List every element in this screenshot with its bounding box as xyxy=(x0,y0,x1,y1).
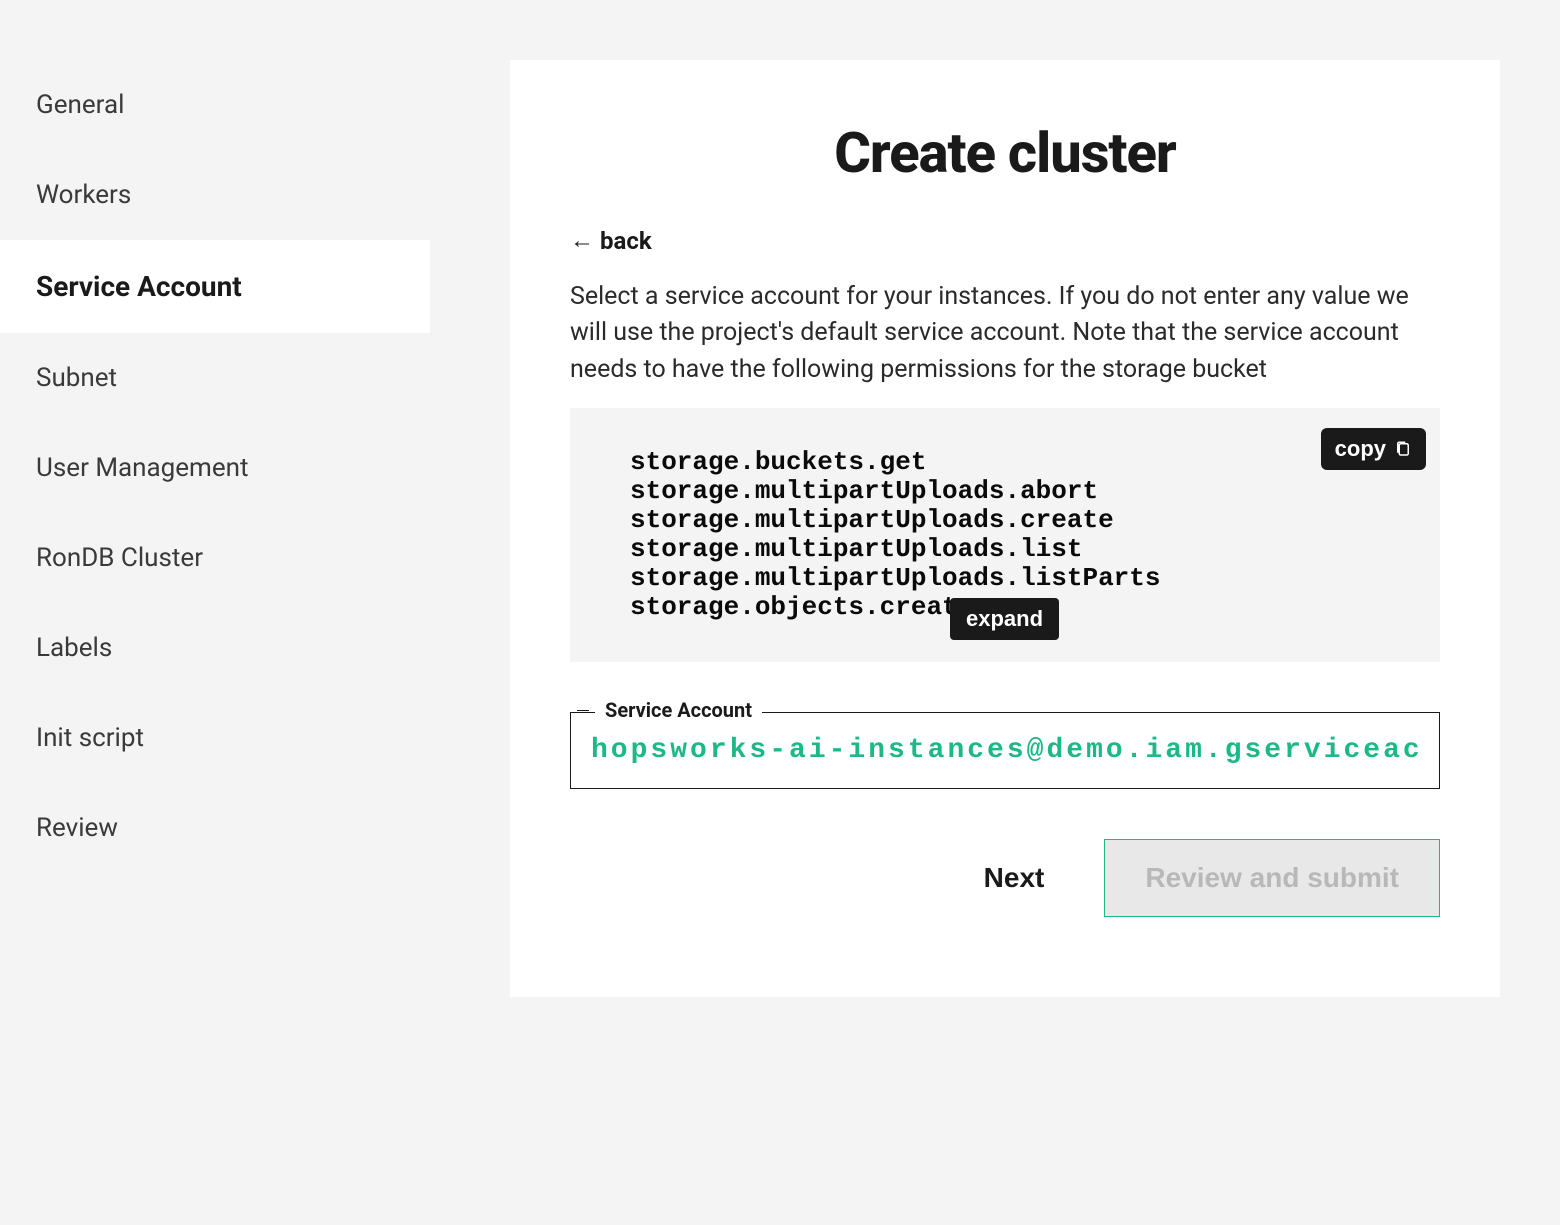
sidebar-item-workers[interactable]: Workers xyxy=(0,150,430,240)
clipboard-icon xyxy=(1394,439,1412,459)
permissions-code-block: copy storage.buckets.get storage.multipa… xyxy=(570,408,1440,663)
sidebar-item-review[interactable]: Review xyxy=(0,783,430,873)
code-lines: storage.buckets.get storage.multipartUpl… xyxy=(630,448,1380,623)
app-layout: General Workers Service Account Subnet U… xyxy=(0,0,1560,1225)
expand-button[interactable]: expand xyxy=(950,598,1059,640)
sidebar-item-user-management[interactable]: User Management xyxy=(0,423,430,513)
back-label: back xyxy=(600,227,652,255)
actions-bar: Next Review and submit xyxy=(570,839,1440,917)
review-and-submit-button[interactable]: Review and submit xyxy=(1104,839,1440,917)
sidebar-item-general[interactable]: General xyxy=(0,60,430,150)
arrow-left-icon: ← xyxy=(570,226,594,255)
sidebar-item-rondb-cluster[interactable]: RonDB Cluster xyxy=(0,513,430,603)
back-link[interactable]: ← back xyxy=(570,226,652,255)
sidebar-item-labels[interactable]: Labels xyxy=(0,603,430,693)
description-text: Select a service account for your instan… xyxy=(570,279,1440,388)
main-wrap: Create cluster ← back Select a service a… xyxy=(430,0,1560,1225)
service-account-input[interactable] xyxy=(591,735,1419,766)
main-card: Create cluster ← back Select a service a… xyxy=(510,60,1500,997)
copy-label: copy xyxy=(1335,436,1386,462)
sidebar-item-init-script[interactable]: Init script xyxy=(0,693,430,783)
next-button[interactable]: Next xyxy=(984,862,1045,894)
service-account-field-wrap: Service Account xyxy=(570,712,1440,789)
sidebar-item-service-account[interactable]: Service Account xyxy=(0,240,430,333)
service-account-legend: Service Account xyxy=(595,698,762,722)
copy-button[interactable]: copy xyxy=(1321,428,1426,470)
sidebar-item-subnet[interactable]: Subnet xyxy=(0,333,430,423)
sidebar: General Workers Service Account Subnet U… xyxy=(0,0,430,1225)
page-title: Create cluster xyxy=(570,120,1440,186)
